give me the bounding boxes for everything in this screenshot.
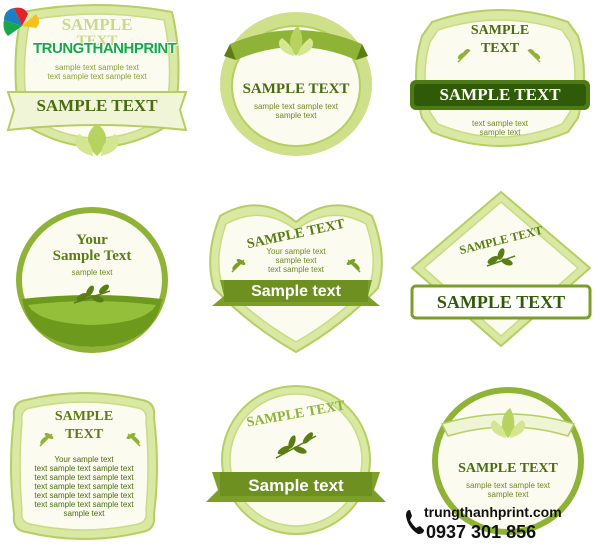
label-4-body: sample text [71, 268, 113, 277]
brand-logo: TRUNGTHANHPRINT [0, 4, 180, 60]
label-7-body-line-5: text sample text sample text [34, 491, 134, 500]
label-9-body-line-1: sample text sample text [465, 481, 551, 490]
label-7-body-line-1: Your sample text [54, 455, 114, 464]
label-3-body-line-1: text sample text [471, 119, 529, 128]
label-5: SAMPLE TEXT Your sample text sample text… [202, 196, 390, 356]
label-5-body-line-1: Your sample text [266, 247, 326, 256]
label-3-banner-text: SAMPLE TEXT [439, 85, 561, 104]
label-7: SAMPLE TEXT Your sample text text sample… [8, 390, 160, 542]
label-4-title: Your [76, 232, 108, 248]
label-4-subtitle: Sample Text [52, 248, 132, 264]
label-6: SAMPLE TEXT SAMPLE TEXT [406, 188, 596, 350]
label-5-body-line-2: sample text [275, 256, 317, 265]
label-7-body-line-2: text sample text sample text [34, 464, 134, 473]
label-7-body-line-3: text sample text sample text [34, 473, 134, 482]
label-1-banner-text: SAMPLE TEXT [36, 96, 158, 115]
label-2-frame [220, 12, 372, 156]
label-5-banner-text: Sample text [251, 283, 341, 300]
contact-website: trungthanhprint.com [424, 504, 562, 520]
logo-text: TRUNGTHANHPRINT [33, 40, 177, 57]
label-4: Your Sample Text sample text [14, 205, 170, 355]
label-6-frame [410, 190, 592, 348]
label-2-body-line-2: sample text [275, 111, 317, 120]
label-8: SAMPLE TEXT Sample text [202, 382, 390, 542]
label-3: SAMPLE TEXT SAMPLE TEXT text sample text… [404, 4, 596, 152]
label-2-body-line-1: sample text sample text [253, 102, 339, 111]
label-3-body-line-2: sample text [479, 128, 521, 137]
label-8-banner-text: Sample text [248, 476, 344, 495]
label-2: SAMPLE TEXT sample text sample text samp… [216, 4, 376, 156]
label-9-title: SAMPLE TEXT [458, 461, 558, 476]
label-7-body-line-7: sample text [63, 509, 105, 518]
contact-block: trungthanhprint.com 0937 301 856 [404, 502, 598, 546]
label-6-banner-text: SAMPLE TEXT [436, 292, 566, 312]
contact-phone: 0937 301 856 [426, 522, 537, 542]
label-7-body-line-4: text sample text sample text [34, 482, 134, 491]
label-9-body-line-2: sample text [487, 490, 529, 499]
label-2-title: SAMPLE TEXT [242, 81, 350, 97]
label-5-body-line-3: text sample text [267, 265, 325, 274]
label-7-subtitle: TEXT [64, 427, 104, 442]
phone-icon [406, 510, 424, 534]
label-1-body-line-2: text sample text sample text [47, 72, 147, 81]
label-3-subtitle: TEXT [480, 41, 520, 56]
label-1-body-line-1: sample text sample text [54, 63, 140, 72]
label-7-body-line-6: text sample text sample text [34, 500, 134, 509]
label-4-frame [16, 207, 168, 353]
label-3-title: SAMPLE [470, 23, 530, 38]
label-7-title: SAMPLE [54, 409, 114, 424]
